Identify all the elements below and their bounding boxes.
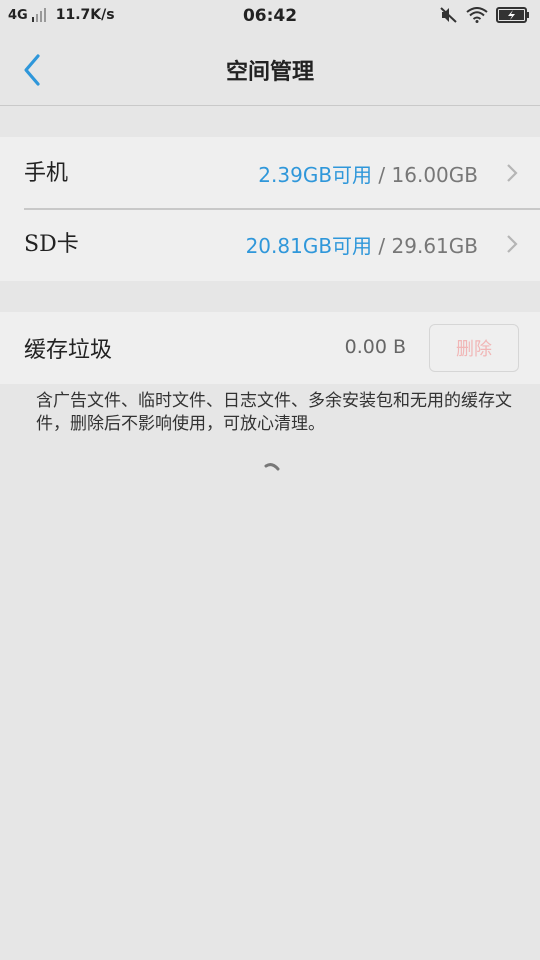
status-bar: 4G 11.7K/s 06:42 xyxy=(0,0,540,34)
storage-row-sd[interactable]: SD卡 20.81GB可用 / 29.61GB xyxy=(0,208,540,279)
cache-description: 含广告文件、临时文件、日志文件、多余安装包和无用的缓存文件，删除后不影响使用，可… xyxy=(36,391,512,434)
storage-separator: / xyxy=(378,234,386,258)
storage-available: 20.81GB可用 xyxy=(245,234,373,258)
storage-available: 2.39GB可用 xyxy=(258,163,373,187)
status-right xyxy=(440,7,530,23)
storage-total: 29.61GB xyxy=(391,234,478,258)
chevron-right-icon xyxy=(507,164,518,182)
screen: 4G 11.7K/s 06:42 空间管理 手机 2.39GB可用 / 16.0… xyxy=(0,0,540,960)
header-bar: 空间管理 xyxy=(0,34,540,106)
cache-label: 缓存垃圾 xyxy=(24,338,113,363)
storage-value: 2.39GB可用 / 16.00GB xyxy=(258,159,478,188)
wifi-icon xyxy=(466,7,488,23)
storage-label: SD卡 xyxy=(24,232,79,257)
battery-icon xyxy=(496,7,529,23)
storage-list: 手机 2.39GB可用 / 16.00GB SD卡 20.81GB可用 / 29… xyxy=(0,137,540,281)
storage-row-phone[interactable]: 手机 2.39GB可用 / 16.00GB xyxy=(0,137,540,210)
storage-label: 手机 xyxy=(24,161,69,186)
chevron-right-icon xyxy=(507,235,518,253)
loading-spinner-icon xyxy=(264,463,280,471)
delete-button[interactable]: 删除 xyxy=(429,324,519,372)
storage-value: 20.81GB可用 / 29.61GB xyxy=(246,230,478,259)
page-title: 空间管理 xyxy=(225,59,314,85)
mute-icon xyxy=(440,7,457,23)
cache-row: 缓存垃圾 0.00 B 删除 xyxy=(0,312,540,384)
storage-total: 16.00GB xyxy=(391,163,478,187)
storage-separator: / xyxy=(378,163,386,187)
cache-size: 0.00 B xyxy=(344,336,406,358)
